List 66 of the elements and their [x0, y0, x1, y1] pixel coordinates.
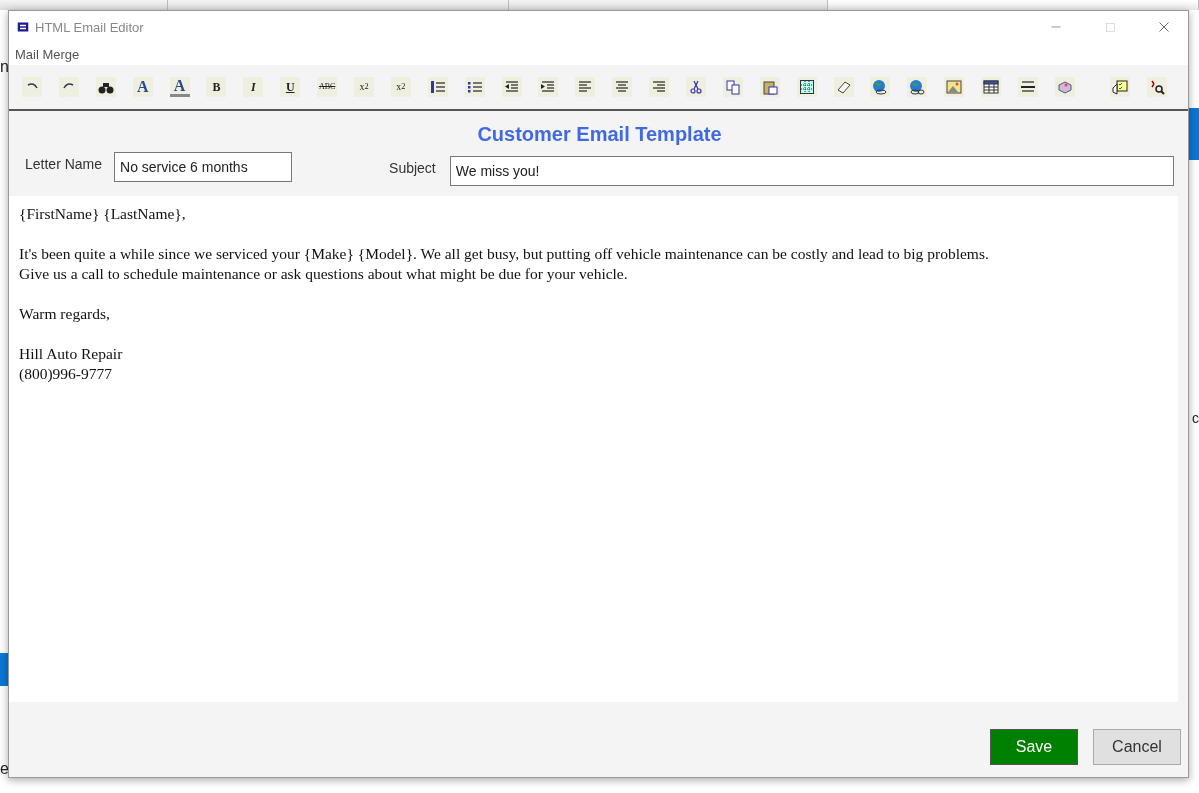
- checklist-button[interactable]: [1109, 77, 1130, 97]
- checklist-icon: [1111, 79, 1128, 95]
- horizontal-rule-button[interactable]: [1018, 77, 1039, 97]
- binoculars-button[interactable]: [95, 77, 116, 97]
- clipboard-button[interactable]: [759, 77, 780, 97]
- align-left-button[interactable]: [575, 77, 596, 97]
- font-button[interactable]: A: [132, 77, 153, 97]
- bullet-list-button[interactable]: [464, 77, 485, 97]
- close-icon: [1158, 21, 1170, 33]
- scissors-icon: [688, 79, 705, 95]
- app-icon: [17, 21, 29, 33]
- find-replace-icon: [1148, 79, 1165, 95]
- background-text: c: [1191, 410, 1199, 426]
- cancel-button[interactable]: Cancel: [1093, 728, 1181, 765]
- cube-button[interactable]: [1054, 77, 1075, 97]
- bold-button[interactable]: B: [206, 77, 227, 97]
- outdent-icon: [503, 79, 520, 95]
- subject-field[interactable]: We miss you!: [449, 156, 1174, 186]
- underline-button[interactable]: U: [280, 77, 301, 97]
- table-button[interactable]: [981, 77, 1002, 97]
- align-left-icon: [577, 79, 594, 95]
- italic-button[interactable]: I: [243, 77, 264, 97]
- numbered-list-icon: [429, 79, 446, 95]
- background-list-item[interactable]: n: [0, 50, 8, 83]
- field-label: Letter Name: [25, 156, 103, 172]
- maximize-icon: [1104, 21, 1116, 33]
- template-heading: Customer Email Template: [476, 123, 723, 146]
- globe-link-icon: [872, 79, 889, 95]
- save-button[interactable]: Save: [990, 728, 1078, 765]
- indent-icon: [540, 79, 557, 95]
- eraser-button[interactable]: [833, 77, 854, 97]
- grid-button[interactable]: [796, 77, 817, 97]
- outdent-button[interactable]: [501, 77, 522, 97]
- font-color-button[interactable]: A: [169, 77, 190, 97]
- eraser-icon: [835, 79, 852, 95]
- globe-unlink-button[interactable]: [907, 77, 928, 97]
- align-right-button[interactable]: [649, 77, 670, 97]
- image-button[interactable]: [944, 77, 965, 97]
- strikethrough-button[interactable]: ABC: [317, 77, 338, 97]
- background-list-item[interactable]: e: [0, 752, 8, 785]
- globe-link-button[interactable]: [870, 77, 891, 97]
- align-center-button[interactable]: [612, 77, 633, 97]
- clipboard-icon: [761, 79, 778, 95]
- image-icon: [946, 79, 963, 95]
- copy-icon: [724, 79, 741, 95]
- grid-icon: [798, 79, 815, 95]
- letter-name-field[interactable]: No service 6 months: [114, 152, 293, 182]
- cube-icon: [1056, 79, 1073, 95]
- align-center-icon: [614, 79, 631, 95]
- menu-item[interactable]: Mail Merge: [15, 46, 80, 62]
- message-paragraph: It's been quite a while since we serviced your {Make} {Model}. We all get busy, but putting off vehicle maintenance can be costly and lead to big problems. Give us a call to schedule maintenance or ask questions about what might be due for your vehicle.: [19, 244, 990, 284]
- field-label: Subject: [389, 160, 436, 176]
- indent-button[interactable]: [538, 77, 559, 97]
- message-paragraph: Warm regards,: [19, 304, 111, 324]
- bullet-list-icon: [466, 79, 483, 95]
- globe-unlink-icon: [909, 79, 926, 95]
- align-right-icon: [651, 79, 668, 95]
- message-paragraph: {FirstName} {LastName},: [19, 204, 187, 224]
- copy-button[interactable]: [722, 77, 743, 97]
- numbered-list-button[interactable]: [427, 77, 448, 97]
- scissors-button[interactable]: [686, 77, 707, 97]
- find-replace-button[interactable]: [1146, 77, 1167, 97]
- table-icon: [983, 79, 1000, 95]
- message-paragraph: Hill Auto Repair (800)996-9777: [19, 344, 124, 384]
- window-title: HTML Email Editor: [35, 19, 145, 35]
- horizontal-rule-icon: [1020, 79, 1037, 95]
